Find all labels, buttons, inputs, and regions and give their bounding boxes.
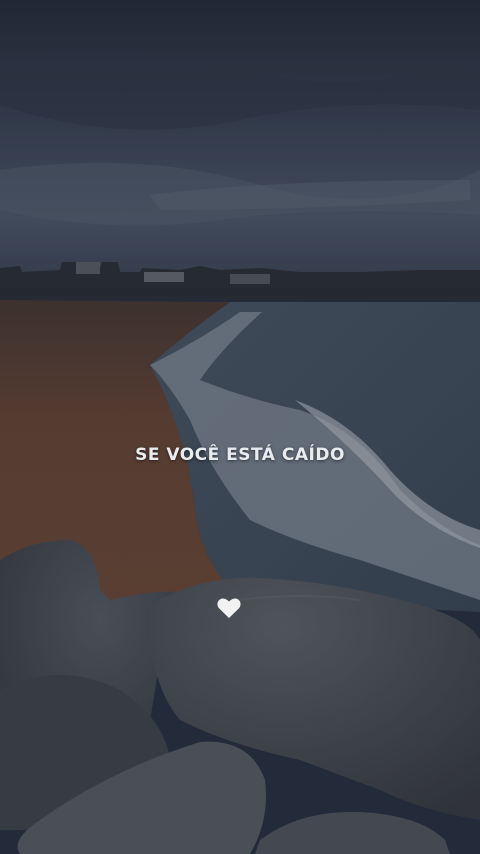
heart-icon bbox=[217, 598, 241, 618]
video-frame: SE VOCÊ ESTÁ CAÍDO bbox=[0, 0, 480, 854]
lyrics-caption: SE VOCÊ ESTÁ CAÍDO bbox=[135, 445, 345, 465]
beach-scene bbox=[0, 0, 480, 854]
